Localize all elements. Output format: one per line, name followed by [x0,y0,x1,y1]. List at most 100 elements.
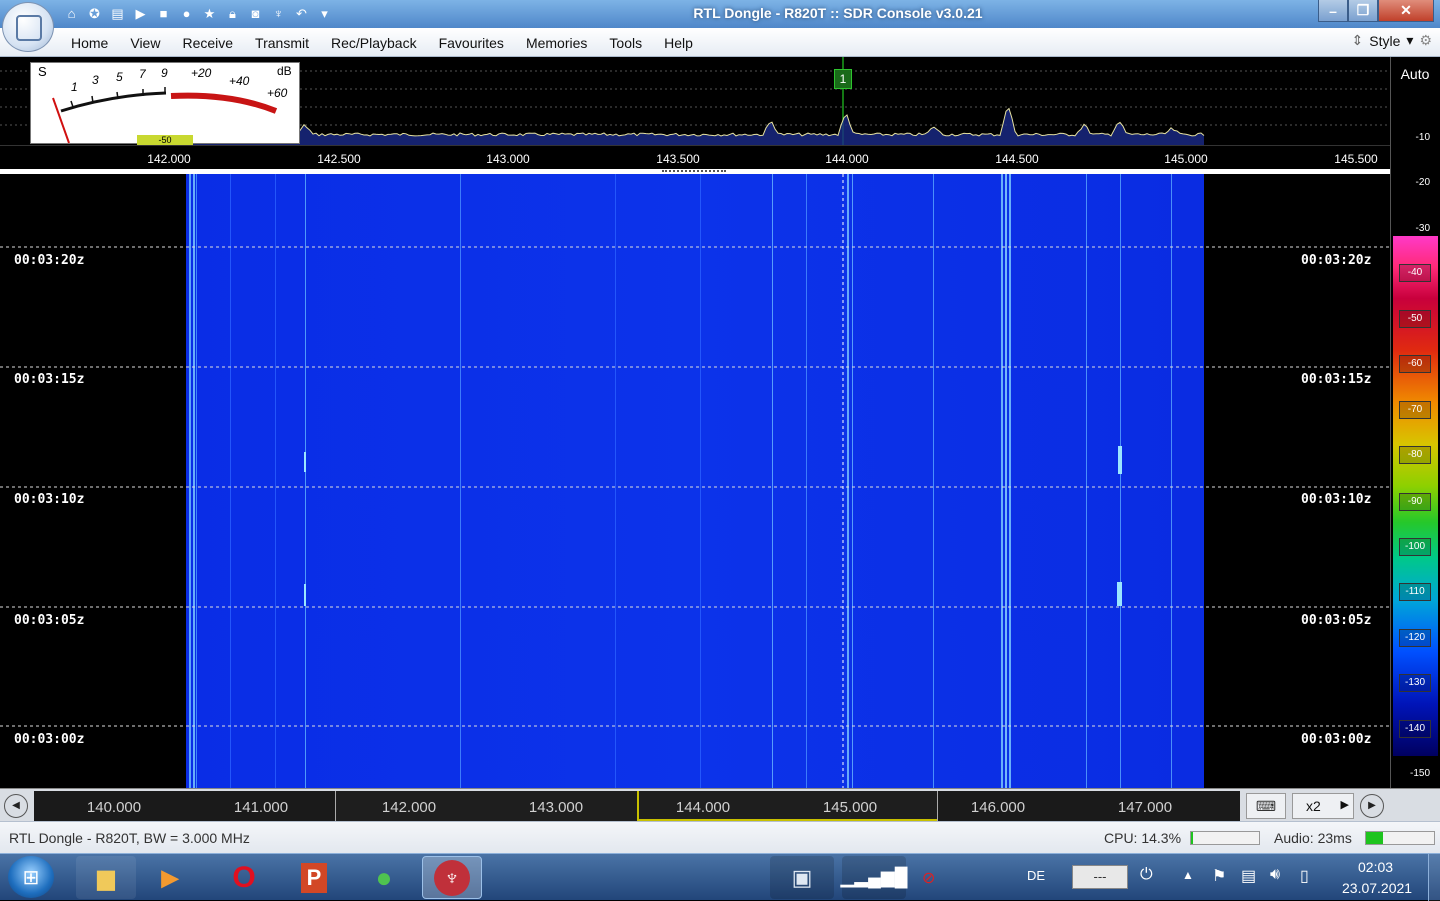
sdr-console-taskbar-button[interactable]: ♆ [422,856,482,899]
signal-strength-icon: ▁▂▄▆█ [840,867,908,887]
band-right-filler [1390,788,1440,821]
waterfall-signal-trace [933,174,934,788]
db-tick-label: -20 [1415,177,1430,188]
color-scale-label: -70 [1399,401,1431,419]
timestamp-right: 00:03:15z [1301,372,1372,387]
network-icon[interactable]: ▤ [1241,866,1256,886]
waterfall-signal-trace [852,174,853,788]
maximize-button[interactable]: ❐ [1348,0,1378,22]
waterfall-signal-trace [189,174,191,788]
blocked-icon[interactable]: ⊘ [922,868,935,888]
tab-tools[interactable]: Tools [598,35,653,51]
freq-tick-label: 143.000 [486,152,530,166]
opera-taskbar-button[interactable]: O [214,856,274,899]
show-hidden-icons[interactable]: ▲ [1182,868,1194,882]
globe-app-taskbar-button[interactable]: ● [354,856,414,899]
vfo-marker[interactable]: 1 [834,69,852,89]
media-player-taskbar-button[interactable]: ▶ [140,856,200,899]
minimize-button[interactable]: – [1318,0,1348,22]
waterfall-signal-trace [847,174,849,788]
s-meter-tick-label: +40 [229,74,250,88]
volume-icon[interactable]: 🔊︎ [1270,866,1280,884]
tab-memories[interactable]: Memories [515,35,598,51]
keyboard-icon[interactable]: ⌨ [1246,793,1286,819]
clock-date[interactable]: 23.07.2021 [1342,880,1412,896]
s-meter-tick-label: 3 [92,73,99,87]
app-logo-icon [16,15,42,41]
spectrum-frequency-axis: 142.000 142.500 143.000 143.500 144.000 … [0,145,1390,169]
band-frequency-scale[interactable]: 140.000 141.000 142.000 143.000 144.000 … [34,791,1240,821]
waterfall-signal-trace [1001,174,1003,788]
action-center-flag-icon[interactable]: ⚑ [1212,866,1226,886]
color-scale-label: -120 [1399,629,1431,647]
color-scale-label: -130 [1399,674,1431,692]
freq-tick-label: 144.000 [825,152,869,166]
db-tick-label: -150 [1409,768,1430,779]
input-language[interactable]: DE [1027,868,1045,883]
waterfall-signal-trace [193,174,195,788]
style-cycle-icon[interactable]: ⇕ [1352,32,1364,49]
settings-gear-icon[interactable]: ⚙ [1419,32,1432,49]
windows-taskbar: ⊞ ▆ ▶ O P ● ♆ ▣ ▁▂▄▆█ ⊘ DE --- ⏻ ▲ ⚑ ▤ 🔊… [0,853,1440,901]
timestamp-left: 00:03:20z [14,253,85,268]
tray-input-box[interactable]: --- [1072,865,1128,889]
color-scale-label: -100 [1399,538,1431,556]
opera-icon: O [232,860,256,894]
tab-favourites[interactable]: Favourites [428,35,515,51]
computer-icon: ▣ [791,864,813,890]
auto-scale-button[interactable]: Auto [1392,60,1438,88]
db-tick-label: -30 [1415,223,1430,234]
timestamp-right: 00:03:10z [1301,492,1372,507]
waterfall-signal-burst [1118,446,1122,474]
style-dropdown-icon[interactable]: ▾ [1406,32,1413,49]
timestamp-left: 00:03:15z [14,372,85,387]
waterfall-signal-trace [196,174,197,788]
waterfall-signal-trace [230,174,231,788]
timestamp-left: 00:03:05z [14,613,85,628]
scroll-right-button[interactable]: ▶ [1360,794,1384,818]
zoom-value: x2 [1306,798,1321,814]
cpu-meter [1190,831,1260,845]
band-freq-label: 147.000 [1117,799,1173,816]
signal-app-taskbar-button[interactable]: ▁▂▄▆█ [840,856,908,899]
color-scale-label: -80 [1399,446,1431,464]
battery-icon[interactable]: ▯ [1300,866,1309,886]
color-scale-label: -60 [1399,355,1431,373]
tab-home[interactable]: Home [60,35,119,51]
window-title: RTL Dongle - R820T :: SDR Console v3.0.2… [693,5,983,21]
freq-tick-label: 143.500 [656,152,700,166]
timestamp-right: 00:03:20z [1301,253,1372,268]
show-desktop-button[interactable] [1428,854,1440,901]
zoom-selector[interactable]: x2 ▶ [1292,793,1354,819]
tab-transmit[interactable]: Transmit [244,35,320,51]
s-meter-tick-label: 1 [71,80,78,94]
scroll-left-button[interactable]: ◀ [4,794,28,818]
band-freq-label: 143.000 [528,799,584,816]
title-bar: ⌂ ✪ ▤ ▶ ■ ● ★ 🔒︎ ◙ ♆ ↶ ▾ RTL Dongle - R8… [0,0,1440,28]
clock-time[interactable]: 02:03 [1358,859,1393,875]
tab-view[interactable]: View [119,35,171,51]
s-meter-s-label: S [38,64,47,79]
close-button[interactable]: ✕ [1378,0,1434,22]
waterfall-signal-burst [304,584,306,606]
media-player-icon: ▶ [161,864,179,890]
tab-receive[interactable]: Receive [171,35,244,51]
waterfall-signal-trace [1009,174,1011,788]
explorer-taskbar-button[interactable]: ▆ [76,856,136,899]
s-meter-level-badge: -50 [137,135,193,145]
power-plug-icon[interactable]: ⏻ [1140,866,1153,884]
powerpoint-taskbar-button[interactable]: P [284,856,344,899]
start-button[interactable]: ⊞ [8,856,54,898]
tab-help[interactable]: Help [653,35,704,51]
waterfall-signal-trace [615,174,616,788]
timestamp-right: 00:03:00z [1301,732,1372,747]
application-menu-button[interactable] [2,2,54,52]
waterfall-display[interactable]: 00:03:20z 00:03:15z 00:03:10z 00:03:05z … [0,174,1390,788]
network-app-taskbar-button[interactable]: ▣ [770,856,834,899]
style-menu[interactable]: Style [1369,33,1400,49]
cpu-status: CPU: 14.3% [1104,830,1182,846]
tab-rec-playback[interactable]: Rec/Playback [320,35,428,51]
audio-status: Audio: 23ms [1274,830,1352,846]
waterfall-color-scale[interactable]: -40 -50 -60 -70 -80 -90 -100 -110 -120 -… [1393,236,1438,756]
s-meter-tick-label: +20 [191,66,212,80]
